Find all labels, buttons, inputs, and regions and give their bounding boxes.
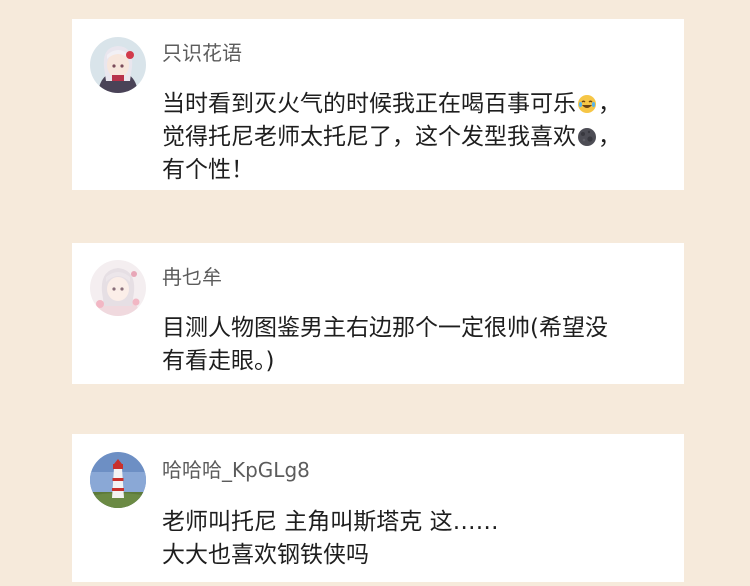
comment-text: 当时看到灭火气的时候我正在喝百事可乐， 觉得托尼老师太托尼了，这个发型我喜欢， … [162,88,664,187]
comment-card: 只识花语 当时看到灭火气的时候我正在喝百事可乐 ， 觉得托尼老师太托尼了，这个发型… [72,19,684,190]
comment-line: 大大也喜欢钢铁侠吗 [162,542,369,568]
username[interactable]: 冉乜牟 [162,265,222,289]
comment-line: 目测人物图鉴男主右边那个一定很帅(希望没 [162,315,608,341]
comment-line: 当时看到灭火气的时候我正在喝百事可乐 ， [162,88,664,121]
comment-line: 觉得托尼老师太托尼了，这个发型我喜欢 ， [162,121,664,154]
comment-line-text: 觉得托尼老师太托尼了，这个发型我喜欢 [162,124,576,150]
comment-text: 老师叫托尼 主角叫斯塔克 这…… 大大也喜欢钢铁侠吗 [162,506,664,572]
comment-line: 老师叫托尼 主角叫斯塔克 这…… [162,509,499,535]
comment-text: 目测人物图鉴男主右边那个一定很帅(希望没 有看走眼。) [162,312,664,378]
anime-girl-avatar-icon[interactable] [90,260,146,316]
comment-line-text: 当时看到灭火气的时候我正在喝百事可乐 [162,91,576,117]
comment-line: 有看走眼。) [162,348,275,374]
comment-line-text: ， [598,124,621,150]
username[interactable]: 只识花语 [162,41,242,65]
moon-face-emoji [578,128,596,146]
comment-card: 冉乜牟 目测人物图鉴男主右边那个一定很帅(希望没 有看走眼。) [72,243,684,384]
lighthouse-avatar-icon[interactable] [90,452,146,508]
comment-card: 哈哈哈_KpGLg8 老师叫托尼 主角叫斯塔克 这…… 大大也喜欢钢铁侠吗 [72,434,684,582]
comment-line: 有个性！ [162,157,254,183]
anime-girl-avatar-icon[interactable] [90,37,146,93]
laughing-tears-emoji [578,95,596,113]
username[interactable]: 哈哈哈_KpGLg8 [162,458,310,482]
comment-line-text: ， [598,91,621,117]
